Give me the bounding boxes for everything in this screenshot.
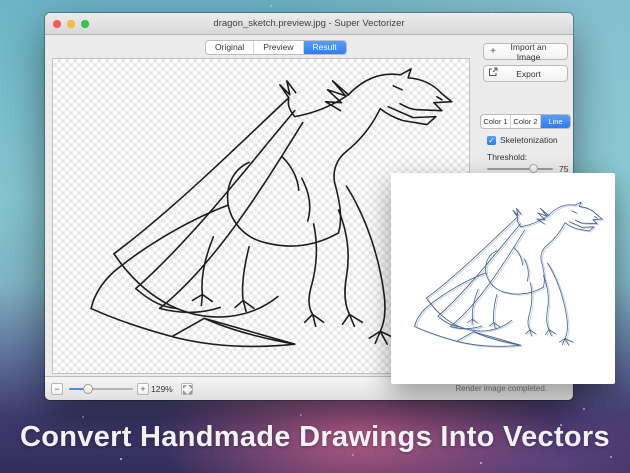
zoom-slider[interactable] bbox=[69, 383, 133, 395]
threshold-slider-knob[interactable] bbox=[529, 164, 538, 173]
plus-icon: + bbox=[484, 46, 502, 57]
view-tab-group: Original Preview Result bbox=[205, 40, 347, 55]
window-title: dragon_sketch.preview.jpg - Super Vector… bbox=[105, 13, 513, 35]
tab-color-2[interactable]: Color 2 bbox=[511, 115, 541, 128]
tab-result[interactable]: Result bbox=[304, 41, 346, 54]
original-dragon-sketch bbox=[395, 177, 611, 380]
minimize-button[interactable] bbox=[67, 20, 75, 28]
layer-tab-group: Color 1 Color 2 Line bbox=[480, 114, 571, 129]
export-icon bbox=[484, 67, 502, 80]
zoom-in-button[interactable]: + bbox=[137, 383, 149, 395]
tab-preview[interactable]: Preview bbox=[254, 41, 303, 54]
skeletonization-checkbox[interactable]: ✓ bbox=[487, 136, 496, 145]
fit-screen-button[interactable] bbox=[181, 383, 193, 395]
headline: Convert Handmade Drawings Into Vectors bbox=[0, 421, 630, 454]
zoom-window-button[interactable] bbox=[81, 20, 89, 28]
zoom-out-button[interactable]: − bbox=[51, 383, 63, 395]
threshold-slider[interactable] bbox=[487, 164, 553, 173]
skeletonization-row: ✓ Skeletonization bbox=[487, 135, 558, 145]
threshold-label: Threshold: bbox=[487, 152, 527, 162]
tab-line[interactable]: Line bbox=[541, 115, 570, 128]
import-image-button[interactable]: + Import an Image bbox=[483, 43, 568, 60]
check-icon: ✓ bbox=[488, 136, 495, 145]
threshold-slider-track[interactable] bbox=[487, 168, 553, 170]
zoom-level-value: 129% bbox=[151, 377, 173, 401]
zoom-slider-knob[interactable] bbox=[83, 384, 93, 394]
tab-color-1[interactable]: Color 1 bbox=[481, 115, 511, 128]
original-sketch-preview bbox=[391, 173, 615, 384]
skeletonization-label: Skeletonization bbox=[500, 135, 558, 145]
fit-screen-icon bbox=[183, 385, 192, 394]
export-button[interactable]: Export bbox=[483, 65, 568, 82]
close-button[interactable] bbox=[53, 20, 61, 28]
tab-original[interactable]: Original bbox=[206, 41, 254, 54]
title-bar[interactable]: dragon_sketch.preview.jpg - Super Vector… bbox=[45, 13, 573, 35]
